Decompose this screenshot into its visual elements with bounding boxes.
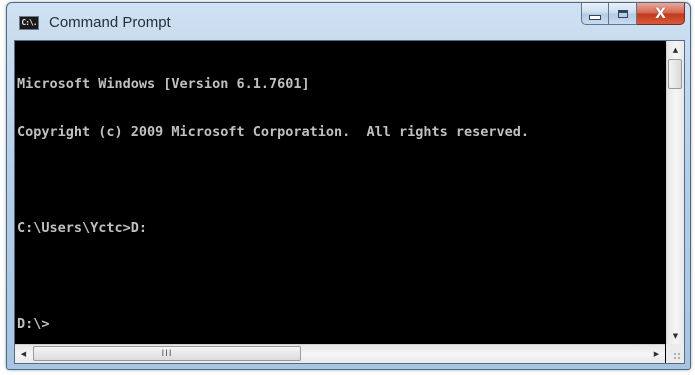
- command-prompt-window: C:\. Command Prompt X Microsoft Windows …: [6, 2, 691, 370]
- console-line: Copyright (c) 2009 Microsoft Corporation…: [17, 124, 530, 140]
- horizontal-scrollbar[interactable]: ◀ III ▶: [15, 344, 665, 363]
- vertical-scroll-thumb[interactable]: [668, 59, 682, 89]
- scroll-down-arrow-icon[interactable]: ▼: [667, 327, 684, 344]
- title-bar[interactable]: C:\. Command Prompt X: [7, 3, 690, 41]
- minimize-button[interactable]: [581, 3, 609, 25]
- console-line: C:\Users\Yctc>D:: [17, 220, 148, 236]
- vertical-scrollbar[interactable]: ▲ ▼: [666, 41, 684, 344]
- thumb-grip-icon: III: [161, 348, 173, 359]
- horizontal-scroll-thumb[interactable]: III: [33, 346, 301, 361]
- maximize-button[interactable]: [609, 3, 637, 25]
- console-prompt-line[interactable]: D:\>: [17, 316, 665, 332]
- scroll-right-arrow-icon[interactable]: ▶: [648, 345, 665, 363]
- minimize-icon: [589, 15, 601, 20]
- scroll-left-arrow-icon[interactable]: ◀: [15, 345, 32, 363]
- cmd-app-icon[interactable]: C:\.: [19, 16, 39, 30]
- maximize-icon: [617, 9, 628, 18]
- console-output[interactable]: Microsoft Windows [Version 6.1.7601] Cop…: [15, 41, 665, 341]
- console-client-area: Microsoft Windows [Version 6.1.7601] Cop…: [14, 40, 685, 364]
- resize-grip-icon[interactable]: [666, 344, 684, 363]
- console-line: Microsoft Windows [Version 6.1.7601]: [17, 76, 310, 92]
- close-button[interactable]: X: [637, 3, 685, 25]
- window-title: Command Prompt: [49, 14, 171, 31]
- scroll-up-arrow-icon[interactable]: ▲: [667, 41, 684, 58]
- window-controls: X: [581, 3, 685, 27]
- close-icon: X: [655, 5, 666, 22]
